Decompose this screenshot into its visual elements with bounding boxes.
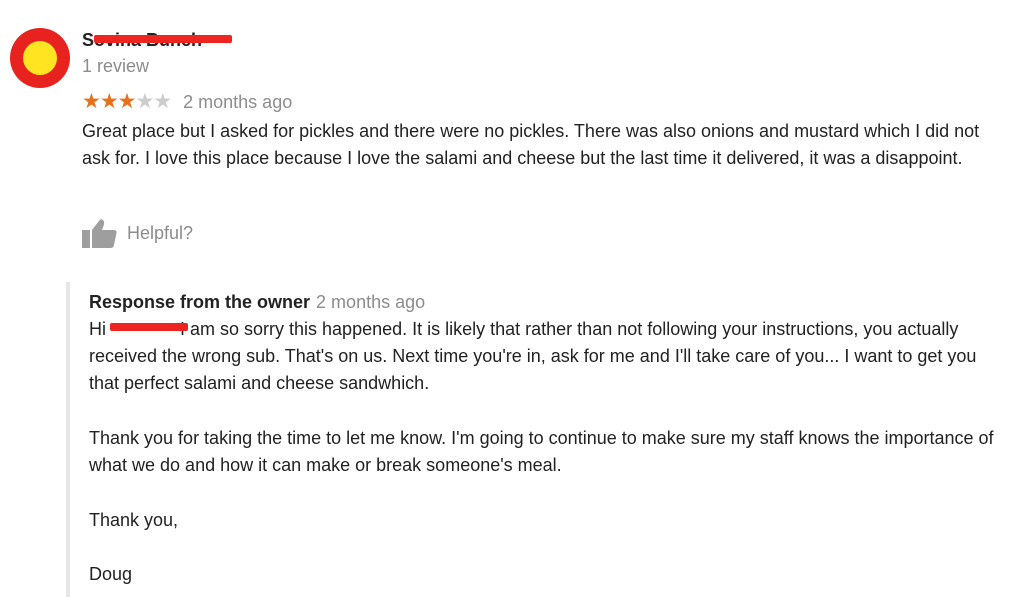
review-count[interactable]: 1 review [82, 56, 149, 76]
owner-response-date: 2 months ago [316, 292, 426, 312]
star-icon: ★ [99, 90, 119, 113]
helpful-label: Helpful? [127, 222, 194, 243]
owner-response-text: I am so sorry this happened. It is likel… [89, 319, 977, 393]
owner-response-greeting: Hi [89, 319, 106, 339]
star-icon: ★ [153, 90, 172, 113]
helpful-button[interactable]: Helpful? [82, 218, 193, 248]
owner-response-paragraph: Thank you for taking the time to let me … [89, 428, 994, 475]
redaction-bar [94, 35, 232, 43]
owner-response-signature: Doug [89, 564, 133, 584]
owner-response-heading: Response from the owner 2 months ago [89, 291, 425, 313]
avatar-icon [23, 41, 57, 75]
owner-response-paragraph: Hi I am so sorry this happened. It is lik… [89, 316, 1004, 397]
avatar[interactable] [10, 28, 70, 88]
thumbs-up-icon [82, 218, 118, 248]
rating-row: ★ ★ ★ ★ ★ 2 months ago [82, 91, 292, 113]
star-rating: ★ ★ ★ ★ ★ [82, 90, 172, 113]
review-text: Great place but I asked for pickles and … [82, 121, 980, 168]
star-icon: ★ [117, 90, 137, 113]
star-icon: ★ [135, 90, 154, 113]
star-icon: ★ [82, 90, 101, 113]
owner-response-label: Response from the owner [89, 292, 311, 312]
owner-response-closing: Thank you, [89, 510, 179, 530]
redaction-bar [110, 323, 188, 331]
review-date: 2 months ago [183, 91, 293, 112]
